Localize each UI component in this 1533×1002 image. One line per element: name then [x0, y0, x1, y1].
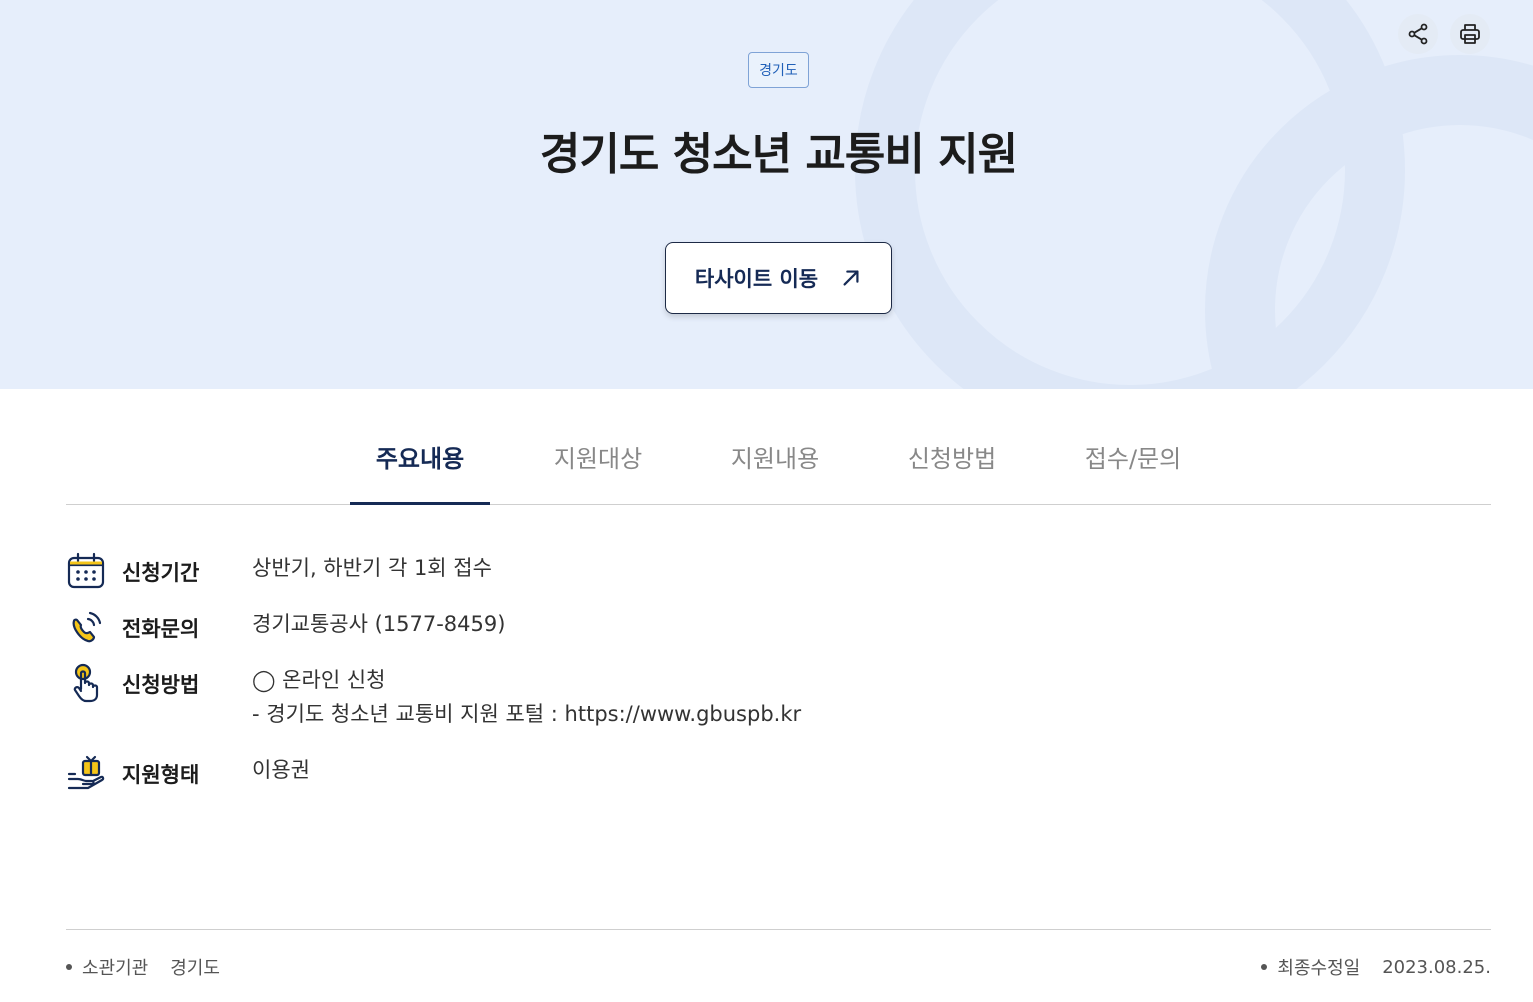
info-row-phone: 전화문의 경기교통공사 (1577-8459)	[66, 607, 505, 647]
footer-divider	[66, 929, 1491, 930]
bullet-icon	[66, 964, 72, 970]
method-value-line2: - 경기도 청소년 교통비 지원 포털 : https://www.gbuspb…	[252, 702, 802, 726]
gift-hand-icon	[66, 753, 106, 793]
agency-value: 경기도	[170, 958, 220, 979]
hero-banner: 경기도 경기도 청소년 교통비 지원 타사이트 이동	[0, 0, 1533, 389]
info-row-support-type: 지원형태 이용권	[66, 753, 310, 793]
phone-icon	[66, 607, 106, 647]
method-value: ◯ 온라인 신청 - 경기도 청소년 교통비 지원 포털 : https://w…	[252, 663, 801, 731]
info-row-period: 신청기간 상반기, 하반기 각 1회 접수	[66, 551, 492, 591]
support-type-label: 지원형태	[122, 763, 200, 787]
arrow-up-right-icon	[843, 270, 859, 286]
support-type-value: 이용권	[252, 758, 310, 782]
method-value-line1: ◯ 온라인 신청	[252, 668, 386, 692]
updated-value: 2023.08.25.	[1382, 956, 1491, 978]
print-icon	[1460, 24, 1480, 44]
tab-how-to-apply[interactable]: 신청방법	[882, 418, 1022, 504]
period-label: 신청기간	[122, 561, 200, 585]
calendar-icon	[66, 551, 106, 591]
tab-support-details[interactable]: 지원내용	[705, 418, 845, 504]
updated-label: 최종수정일	[1277, 958, 1361, 979]
agency-label: 소관기관	[82, 958, 149, 979]
share-button[interactable]	[1398, 14, 1438, 54]
external-site-label: 타사이트 이동	[694, 267, 819, 291]
external-site-button[interactable]: 타사이트 이동	[665, 242, 892, 314]
phone-label: 전화문의	[122, 617, 200, 641]
hand-click-icon	[66, 663, 106, 703]
period-value: 상반기, 하반기 각 1회 접수	[252, 556, 492, 580]
footer-updated: 최종수정일 2023.08.25.	[1261, 954, 1491, 980]
phone-value: 경기교통공사 (1577-8459)	[252, 612, 506, 636]
tab-eligibility[interactable]: 지원대상	[528, 418, 668, 504]
method-label: 신청방법	[122, 673, 200, 697]
info-row-method: 신청방법 ◯ 온라인 신청 - 경기도 청소년 교통비 지원 포털 : http…	[66, 663, 801, 726]
tab-contact[interactable]: 접수/문의	[1060, 418, 1206, 504]
share-icon	[1408, 23, 1428, 45]
print-button[interactable]	[1450, 14, 1490, 54]
region-tag: 경기도	[748, 52, 809, 88]
bullet-icon	[1261, 964, 1268, 970]
tab-main-content[interactable]: 주요내용	[350, 418, 490, 505]
tab-bar: 주요내용 지원대상 지원내용 신청방법 접수/문의	[66, 418, 1491, 505]
page-title: 경기도 청소년 교통비 지원	[539, 129, 1018, 180]
footer-agency: 소관기관 경기도	[66, 954, 220, 980]
